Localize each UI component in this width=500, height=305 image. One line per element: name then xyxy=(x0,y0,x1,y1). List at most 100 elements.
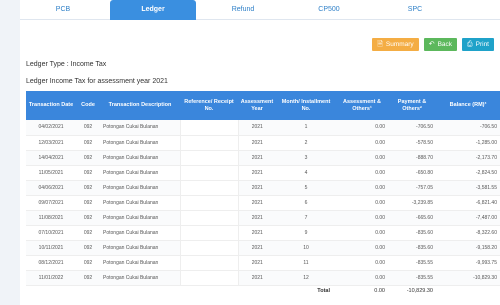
cell-payment: -835.55 xyxy=(388,270,436,286)
cell-date: 09/07/2021 xyxy=(26,195,76,211)
cell-assessment: 0.00 xyxy=(336,240,388,256)
cell-assessment-year: 2021 xyxy=(238,135,276,151)
cell-assessment-year: 2021 xyxy=(238,210,276,226)
table-row: 11/08/2021 092 Potongan Cukai Bulanan 2021 7… xyxy=(26,210,500,226)
cell-assessment: 0.00 xyxy=(336,165,388,181)
cell-month: 5 xyxy=(276,180,336,196)
cell-assessment-year: 2021 xyxy=(238,195,276,211)
cell-assessment: 0.00 xyxy=(336,255,388,271)
col-payment-others[interactable]: Payment & Others² xyxy=(388,91,436,120)
ledger-type: Ledger Type : Income Tax xyxy=(26,61,107,68)
cell-description: Potongan Cukai Bulanan xyxy=(100,150,180,166)
summary-label: Summary xyxy=(385,41,414,48)
cell-description: Potongan Cukai Bulanan xyxy=(100,135,180,151)
cell-month: 10 xyxy=(276,240,336,256)
cell-reference xyxy=(179,255,239,271)
cell-code: 092 xyxy=(76,240,100,256)
table-header: Transaction Date Code Transaction Descri… xyxy=(26,91,500,120)
cell-balance: -2,173.70 xyxy=(436,150,500,166)
cell-assessment: 0.00 xyxy=(336,210,388,226)
cell-description: Potongan Cukai Bulanan xyxy=(100,165,180,181)
tab-spc[interactable]: SPC xyxy=(372,0,458,20)
cell-code: 092 xyxy=(76,210,100,226)
cell-assessment: 0.00 xyxy=(336,270,388,286)
cell-assessment: 0.00 xyxy=(336,180,388,196)
cell-date: 11/05/2021 xyxy=(26,165,76,181)
cell-date: 07/10/2021 xyxy=(26,225,76,241)
cell-code: 092 xyxy=(76,150,100,166)
cell-balance: -9,993.75 xyxy=(436,255,500,271)
table-row: 14/04/2021 092 Potongan Cukai Bulanan 2021 3… xyxy=(26,150,500,166)
cell-code: 092 xyxy=(76,195,100,211)
cell-payment: -650.80 xyxy=(388,165,436,181)
print-label: Print xyxy=(475,41,489,48)
cell-payment: -665.60 xyxy=(388,210,436,226)
cell-description: Potongan Cukai Bulanan xyxy=(100,195,180,211)
back-label: Back xyxy=(437,41,453,48)
cell-assessment-year: 2021 xyxy=(238,165,276,181)
tab-cp500[interactable]: CP500 xyxy=(286,0,372,20)
cell-month: 7 xyxy=(276,210,336,226)
total-row: Total 0.00 -10,829.30 xyxy=(26,285,500,296)
cell-reference xyxy=(179,210,239,226)
cell-code: 092 xyxy=(76,180,100,196)
cell-description: Potongan Cukai Bulanan xyxy=(100,255,180,271)
cell-balance: -10,829.30 xyxy=(436,270,500,286)
tab-pcb[interactable]: PCB xyxy=(20,0,106,20)
cell-code: 092 xyxy=(76,120,100,136)
cell-description: Potongan Cukai Bulanan xyxy=(100,120,180,136)
summary-button[interactable]: 🗎 Summary xyxy=(372,38,419,51)
cell-payment: -888.70 xyxy=(388,150,436,166)
cell-payment: -757.05 xyxy=(388,180,436,196)
cell-reference xyxy=(179,240,239,256)
ledger-rows: 04/02/2021 092 Potongan Cukai Bulanan 2021 1… xyxy=(26,120,500,286)
cell-code: 092 xyxy=(76,135,100,151)
col-month-installment[interactable]: Month/ Installment No. xyxy=(276,91,336,120)
cell-date: 04/02/2021 xyxy=(26,120,76,136)
table-row: 07/10/2021 092 Potongan Cukai Bulanan 2021 9… xyxy=(26,225,500,241)
table-row: 11/01/2022 092 Potongan Cukai Bulanan 2021 1… xyxy=(26,270,500,286)
total-label: Total xyxy=(317,287,330,294)
col-reference-receipt[interactable]: Reference/ Receipt No. xyxy=(180,91,238,120)
ledger-table: Transaction Date Code Transaction Descri… xyxy=(26,91,500,296)
cell-code: 092 xyxy=(76,255,100,271)
cell-date: 12/03/2021 xyxy=(26,135,76,151)
cell-payment: -578.50 xyxy=(388,135,436,151)
cell-description: Potongan Cukai Bulanan xyxy=(100,270,180,286)
col-transaction-description[interactable]: Transaction Description xyxy=(100,91,180,120)
cell-assessment-year: 2021 xyxy=(238,120,276,136)
cell-balance: -8,322.60 xyxy=(436,225,500,241)
col-assessment-others[interactable]: Assessment & Others¹ xyxy=(336,91,388,120)
cell-balance: -706.50 xyxy=(436,120,500,136)
cell-payment: -3,239.85 xyxy=(388,195,436,211)
print-button[interactable]: ⎙ Print xyxy=(462,38,494,51)
cell-description: Potongan Cukai Bulanan xyxy=(100,240,180,256)
col-balance[interactable]: Balance (RM)³ xyxy=(436,91,500,120)
back-button[interactable]: ↶ Back xyxy=(423,38,458,51)
col-assessment-year[interactable]: Assessment Year xyxy=(238,91,276,120)
cell-assessment-year: 2021 xyxy=(238,150,276,166)
col-code[interactable]: Code xyxy=(76,91,100,120)
cell-month: 3 xyxy=(276,150,336,166)
tab-ledger[interactable]: Ledger xyxy=(110,0,196,20)
cell-balance: -2,824.50 xyxy=(436,165,500,181)
cell-payment: -835.55 xyxy=(388,255,436,271)
cell-month: 9 xyxy=(276,225,336,241)
cell-reference xyxy=(179,120,239,136)
cell-assessment-year: 2021 xyxy=(238,225,276,241)
cell-payment: -835.60 xyxy=(388,240,436,256)
table-row: 04/06/2021 092 Potongan Cukai Bulanan 2021 5… xyxy=(26,180,500,196)
tab-bar: PCB Ledger Refund CP500 SPC xyxy=(20,0,500,20)
cell-balance: -7,487.00 xyxy=(436,210,500,226)
col-transaction-date[interactable]: Transaction Date xyxy=(26,91,76,120)
ledger-panel: 🗎 Summary ↶ Back ⎙ Print Ledger Type : I… xyxy=(20,20,500,305)
cell-description: Potongan Cukai Bulanan xyxy=(100,210,180,226)
cell-payment: -835.60 xyxy=(388,225,436,241)
cell-balance: -9,158.20 xyxy=(436,240,500,256)
table-row: 09/07/2021 092 Potongan Cukai Bulanan 2021 6… xyxy=(26,195,500,211)
cell-assessment-year: 2021 xyxy=(238,270,276,286)
tab-refund[interactable]: Refund xyxy=(200,0,286,20)
cell-date: 14/04/2021 xyxy=(26,150,76,166)
printer-icon: ⎙ xyxy=(467,41,473,48)
cell-reference xyxy=(179,165,239,181)
